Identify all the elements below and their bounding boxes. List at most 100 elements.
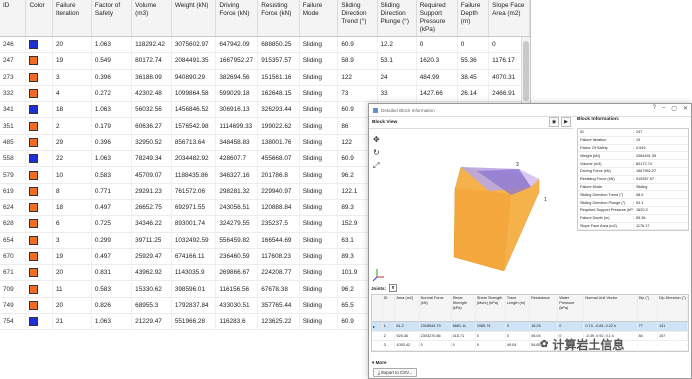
joint-row[interactable]: 3 1053.42 0 0 0 49.04 54.65 — [372, 341, 688, 351]
info-row: Sliding Direction Plunge (°) 53.1 — [578, 199, 688, 207]
joints-column-header[interactable]: Shear Strength (Mohr) (kPa) — [476, 295, 506, 321]
color-swatch — [29, 40, 39, 50]
column-header[interactable]: Resisting Force (kN) — [257, 0, 300, 37]
dialog-title: Detailed Block Information — [381, 107, 435, 113]
cell-id: 247 — [0, 52, 27, 70]
column-header[interactable]: Driving Force (kN) — [215, 0, 259, 37]
maximize-icon[interactable]: ▢ — [671, 105, 677, 112]
cell-vol: 118292.42 — [131, 36, 172, 54]
cell-pressure: 484.99 — [416, 69, 458, 86]
cell-iter: 8 — [52, 183, 92, 200]
table-row[interactable]: 246 20 1.063 118292.42 3075602.97 647942.09 68… — [0, 36, 530, 54]
export-csv-button[interactable]: ⤓ Export to CSV... — [373, 368, 418, 377]
joint-cell: 925.36 — [395, 332, 420, 339]
column-header[interactable]: ID — [0, 0, 27, 37]
joint-cell: 0 — [476, 342, 506, 349]
cell-fos: 0.272 — [91, 85, 133, 103]
dialog-titlebar: Detailed Block Information ? – ▢ ✕ — [369, 104, 691, 117]
color-swatch — [29, 252, 39, 261]
info-row: Failure Depth (m) 55.36 — [578, 215, 688, 223]
eye-icon[interactable]: ◉ — [549, 117, 559, 127]
column-header[interactable]: Factor of Safety — [91, 0, 133, 37]
joint-cell: 0 — [506, 323, 531, 330]
color-swatch — [29, 137, 39, 147]
info-row: Failure Mode Sliding — [578, 184, 688, 192]
block-info-dialog: Detailed Block Information ? – ▢ ✕ Block… — [368, 103, 692, 379]
joints-column-header[interactable]: Dip (°) — [638, 295, 658, 321]
scrollbar-thumb[interactable] — [523, 41, 529, 101]
close-icon[interactable]: ✕ — [683, 105, 688, 112]
joints-column-header[interactable]: Resistance — [530, 295, 559, 321]
cell-resisting: 455668.07 — [257, 150, 300, 168]
cell-depth: 0 — [457, 36, 490, 54]
cell-weight: 893001.74 — [171, 215, 217, 233]
table-row[interactable]: 332 4 0.272 42302.48 1099864.58 599029.18 1626… — [0, 85, 530, 103]
info-value: 0.549 — [636, 145, 646, 150]
help-icon[interactable]: ? — [653, 105, 656, 112]
joint-cell — [372, 334, 383, 337]
cell-mode: Sliding — [299, 117, 339, 135]
block-info-table: ID 247 Failure Iteration 19 Factor Of Safety… — [577, 128, 689, 232]
minimize-icon[interactable]: – — [662, 105, 665, 112]
joint-row[interactable]: ▸ 1 61.2 2318944.79 8681.11 1985.74 0 18.26 0 0.7… — [372, 322, 688, 332]
cell-weight: 1143035.9 — [171, 264, 217, 282]
joints-header-row: ID Area (m2) Normal Force (kN) Shear Streng… — [372, 295, 688, 322]
column-header[interactable]: Required Support Pressure (kPa) — [416, 0, 458, 37]
cell-vol: 32950.52 — [131, 134, 172, 152]
color-cell — [25, 215, 53, 233]
table-row[interactable]: 247 19 0.549 80172.74 2084491.35 1667952.27 91… — [0, 52, 530, 70]
joint-cell: 3 — [383, 342, 396, 349]
column-header[interactable]: Sliding Direction Trend (°) — [337, 0, 378, 37]
3d-viewport[interactable]: ✥ ↻ ⤢ 1 3 — [369, 128, 573, 281]
info-key: Sliding Direction Plunge (°) — [578, 200, 634, 205]
cell-resisting: 151561.16 — [257, 69, 300, 86]
cell-iter: 11 — [52, 280, 92, 298]
cell-weight: 1792837.84 — [171, 297, 217, 315]
color-swatch — [29, 219, 39, 229]
info-value: 58.9 — [636, 192, 644, 197]
more-expander[interactable]: ▾ More — [372, 360, 387, 366]
cell-resisting: 138001.76 — [257, 134, 300, 152]
cell-driving: 348458.83 — [215, 134, 259, 152]
column-header[interactable]: Weight (kN) — [171, 0, 217, 37]
block-view-label: Block View — [372, 119, 398, 125]
column-header[interactable]: Failure Mode — [299, 0, 339, 37]
joints-column-header[interactable]: Shear Strength (kPa) — [452, 295, 476, 321]
joints-column-header[interactable]: Normal Unit Vector — [584, 295, 638, 321]
column-header[interactable]: Failure Iteration — [52, 0, 92, 37]
joints-column-header[interactable]: Dip Direction (°) — [658, 295, 688, 321]
joints-column-header[interactable] — [372, 295, 383, 321]
cell-mode: Sliding — [299, 264, 339, 282]
cell-mode: Sliding — [299, 215, 339, 233]
joints-column-header[interactable]: Trace Length (m) — [506, 295, 531, 321]
info-row: Factor Of Safety 0.549 — [578, 145, 688, 153]
play-icon[interactable]: ▶ — [561, 117, 571, 127]
cell-iter: 3 — [52, 232, 92, 249]
joints-column-header[interactable]: Water Pressure (kPa) — [558, 295, 585, 321]
column-header[interactable]: Failure Depth (m) — [457, 0, 490, 37]
column-header[interactable]: Color — [25, 0, 53, 37]
cell-id: 754 — [0, 313, 27, 331]
cell-vol: 43962.92 — [131, 264, 172, 282]
cell-weight: 940890.29 — [171, 69, 217, 86]
cell-id: 485 — [0, 134, 27, 152]
joint-row[interactable]: 2 925.36 2303270.86 415.71 0 0 45.04 0 -0.39, 0.… — [372, 332, 688, 341]
cell-plunge: 24 — [377, 69, 417, 86]
joints-column-header[interactable]: ID — [383, 295, 396, 321]
joints-column-header[interactable]: Normal Force (kN) — [420, 295, 452, 321]
cell-id: 654 — [0, 232, 27, 249]
column-header[interactable]: Volume (m3) — [131, 0, 172, 37]
cell-driving: 116283.6 — [215, 313, 259, 331]
cell-id: 619 — [0, 183, 27, 200]
cell-id: 671 — [0, 264, 27, 282]
filter-icon[interactable]: ⊽ — [389, 284, 398, 292]
cell-resisting: 357765.44 — [257, 297, 300, 315]
table-row[interactable]: 273 3 0.396 36188.09 940890.29 382694.56 15156… — [0, 69, 530, 86]
info-value: 1667952.27 — [636, 169, 657, 174]
column-header[interactable]: Sliding Direction Plunge (°) — [377, 0, 417, 37]
column-header[interactable]: Slope Face Area (m2) — [488, 0, 530, 37]
cell-driving: 236460.59 — [215, 248, 259, 266]
joints-column-header[interactable]: Area (m2) — [395, 295, 420, 321]
color-cell — [25, 150, 53, 168]
cell-driving: 382694.56 — [215, 69, 259, 86]
